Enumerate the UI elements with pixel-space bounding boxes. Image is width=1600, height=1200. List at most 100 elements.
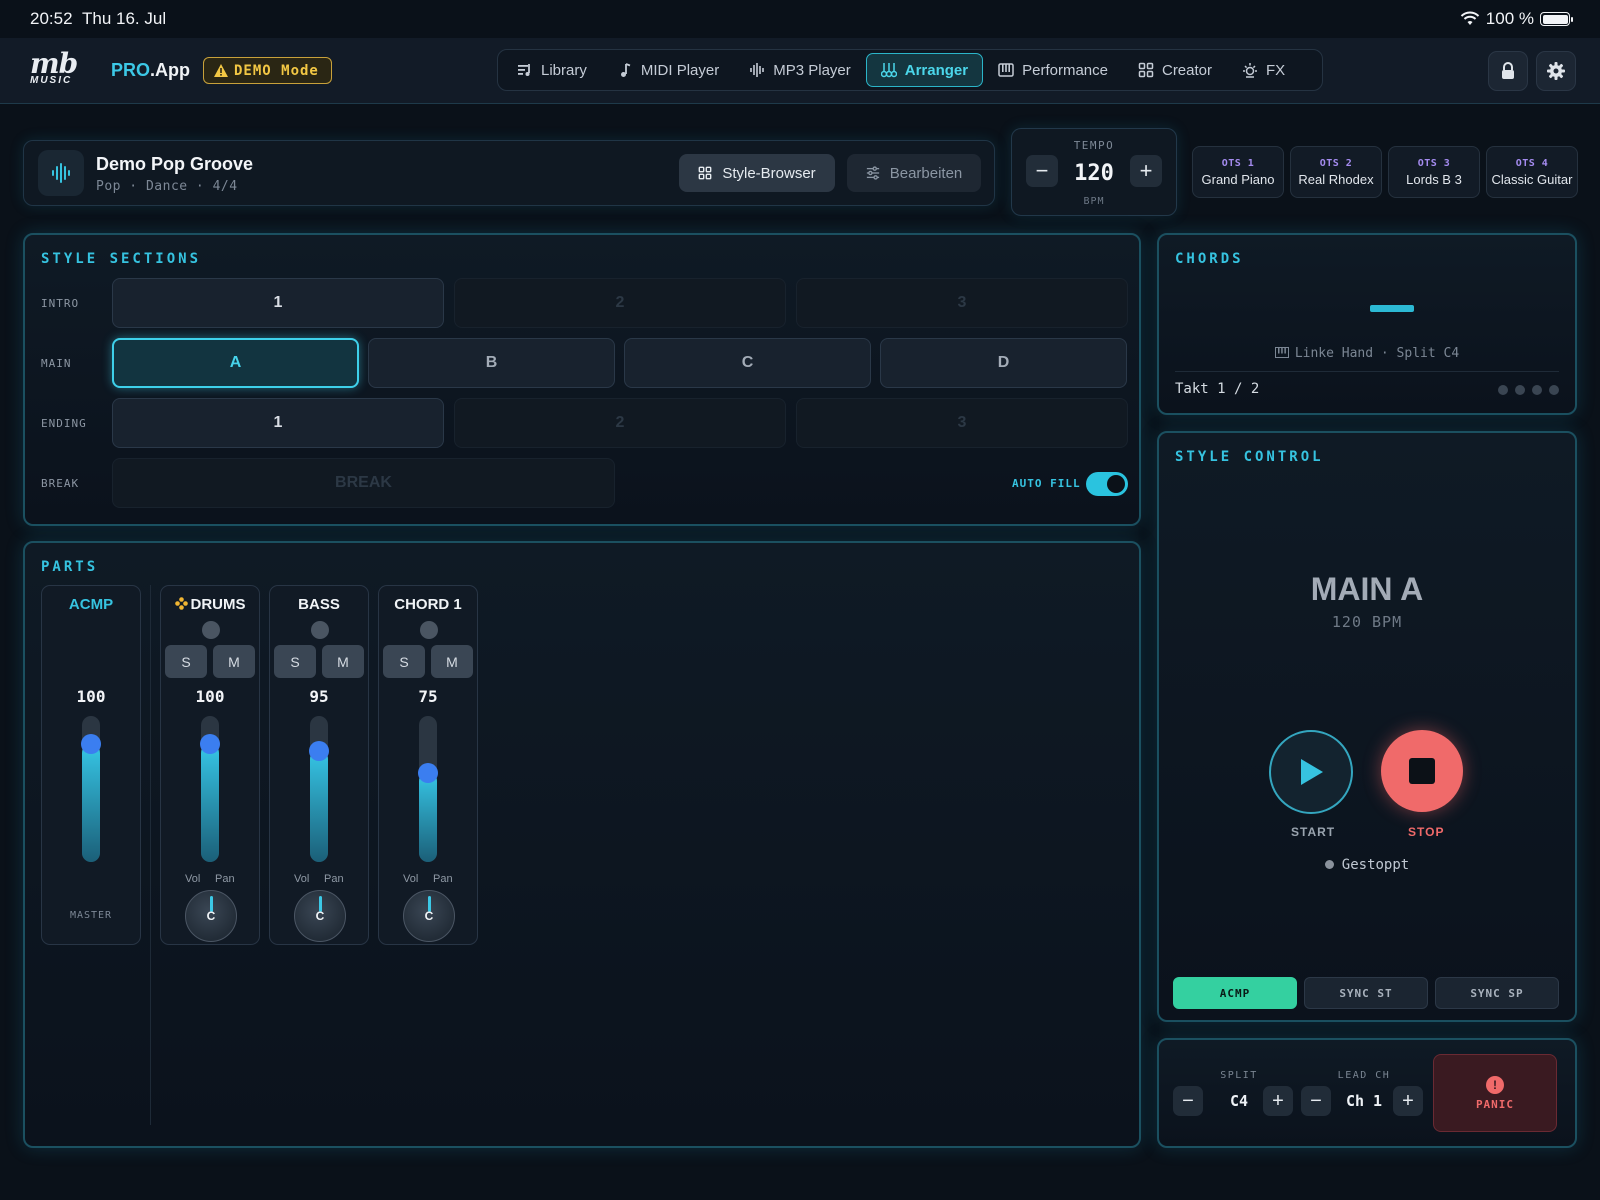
nav-arranger[interactable]: Arranger xyxy=(865,53,984,87)
strip-volume: 75 xyxy=(418,687,438,706)
start-button[interactable] xyxy=(1269,730,1353,814)
acmp-button[interactable]: ACMP xyxy=(1173,977,1297,1009)
split-increase-button[interactable]: + xyxy=(1263,1086,1293,1116)
break-label: BREAK xyxy=(41,477,80,490)
mute-button[interactable]: M xyxy=(213,645,255,678)
app-name: PRO.App xyxy=(111,60,190,81)
mute-button[interactable]: M xyxy=(322,645,364,678)
lock-button[interactable] xyxy=(1488,51,1528,91)
wifi-icon xyxy=(1460,11,1480,25)
ots-tag: OTS 4 xyxy=(1515,158,1549,169)
lead-decrease-button[interactable]: − xyxy=(1301,1086,1331,1116)
volume-fader[interactable] xyxy=(309,716,329,862)
lead-channel-label: LEAD CH xyxy=(1337,1070,1391,1081)
fader-knob[interactable] xyxy=(418,763,438,783)
tempo-card: TEMPO − 120 + BPM xyxy=(1011,128,1177,216)
sliders-icon xyxy=(866,166,879,180)
lead-increase-button[interactable]: + xyxy=(1393,1086,1423,1116)
strip-name: BASS xyxy=(298,596,340,613)
pan-value: C xyxy=(315,909,325,923)
pan-knob[interactable]: C xyxy=(294,890,346,942)
parts-panel: PARTS ACMP 100 MASTER DRUMS S M 100 Vol … xyxy=(23,541,1141,1148)
logo-sub: MUSIC xyxy=(30,75,73,86)
split-decrease-button[interactable]: − xyxy=(1173,1086,1203,1116)
strip-volume: 100 xyxy=(195,687,225,706)
ots-button-1[interactable]: OTS 1 Grand Piano xyxy=(1192,146,1284,198)
main-b-button[interactable]: B xyxy=(368,338,615,388)
split-lead-panel: SPLIT − C4 + LEAD CH − Ch 1 + ! PANIC xyxy=(1157,1038,1577,1148)
ots-button-4[interactable]: OTS 4 Classic Guitar xyxy=(1486,146,1578,198)
master-fader[interactable] xyxy=(81,716,101,862)
style-waveform-icon xyxy=(38,150,84,196)
solo-button[interactable]: S xyxy=(274,645,316,678)
logo: mb MUSIC xyxy=(30,50,100,88)
intro-2-button[interactable]: 2 xyxy=(454,278,786,328)
current-bpm: 120 BPM xyxy=(1331,613,1403,631)
ots-tag: OTS 1 xyxy=(1221,158,1255,169)
nav-mp3-player-label: MP3 Player xyxy=(773,61,851,79)
fader-knob[interactable] xyxy=(81,734,101,754)
ending-3-button[interactable]: 3 xyxy=(796,398,1128,448)
note-icon xyxy=(620,63,631,77)
intro-3-label: 3 xyxy=(957,294,967,311)
intro-1-button[interactable]: 1 xyxy=(112,278,444,328)
nav-fx[interactable]: FX xyxy=(1227,53,1300,87)
strip-name: ACMP xyxy=(68,596,114,613)
stop-icon xyxy=(1409,758,1435,784)
activity-indicator xyxy=(202,621,220,639)
ending-2-button[interactable]: 2 xyxy=(454,398,786,448)
nav-creator[interactable]: Creator xyxy=(1123,53,1227,87)
pan-knob[interactable]: C xyxy=(403,890,455,942)
intro-3-button[interactable]: 3 xyxy=(796,278,1128,328)
stop-button[interactable] xyxy=(1381,730,1463,812)
nav-fx-label: FX xyxy=(1266,61,1286,79)
tempo-unit: BPM xyxy=(1083,196,1105,207)
volume-fader[interactable] xyxy=(418,716,438,862)
panel-title: STYLE SECTIONS xyxy=(41,251,202,267)
ots-button-2[interactable]: OTS 2 Real Rhodex xyxy=(1290,146,1382,198)
current-chord xyxy=(1370,305,1414,312)
chords-divider xyxy=(1175,371,1559,372)
pan-knob[interactable]: C xyxy=(185,890,237,942)
panic-button[interactable]: ! PANIC xyxy=(1433,1054,1557,1132)
nav-library[interactable]: Library xyxy=(502,53,602,87)
auto-fill-toggle[interactable] xyxy=(1086,472,1128,496)
ots-button-3[interactable]: OTS 3 Lords B 3 xyxy=(1388,146,1480,198)
sync-start-button[interactable]: SYNC ST xyxy=(1304,977,1428,1009)
nav-mp3-player[interactable]: MP3 Player xyxy=(734,53,866,87)
style-browser-button[interactable]: Style-Browser xyxy=(679,154,835,192)
solo-button[interactable]: S xyxy=(383,645,425,678)
transport-status-text: Gestoppt xyxy=(1341,857,1410,873)
mute-label: M xyxy=(337,653,349,670)
arranger-icon xyxy=(880,63,897,78)
solo-label: S xyxy=(181,653,191,670)
battery-text: 100 % xyxy=(1485,9,1534,28)
mute-label: M xyxy=(446,653,458,670)
fader-knob[interactable] xyxy=(309,741,329,761)
drums-icon xyxy=(174,597,188,610)
main-c-button[interactable]: C xyxy=(624,338,871,388)
sync-stop-button[interactable]: SYNC SP xyxy=(1435,977,1559,1009)
grid-icon xyxy=(698,166,712,180)
settings-button[interactable] xyxy=(1536,51,1576,91)
main-label: MAIN xyxy=(41,357,72,370)
main-a-button[interactable]: A xyxy=(112,338,359,388)
style-sections-panel: STYLE SECTIONS INTRO 1 2 3 MAIN A B C D … xyxy=(23,233,1141,526)
volume-fader[interactable] xyxy=(200,716,220,862)
strip-volume: 100 xyxy=(76,687,106,706)
mute-button[interactable]: M xyxy=(431,645,473,678)
fader-knob[interactable] xyxy=(200,734,220,754)
break-button[interactable]: BREAK xyxy=(112,458,615,508)
tempo-increase-button[interactable]: + xyxy=(1130,155,1162,187)
nav-performance[interactable]: Performance xyxy=(983,53,1123,87)
edit-button[interactable]: Bearbeiten xyxy=(847,154,981,192)
ending-1-button[interactable]: 1 xyxy=(112,398,444,448)
nav-midi-player[interactable]: MIDI Player xyxy=(602,53,734,87)
solo-button[interactable]: S xyxy=(165,645,207,678)
chord1-strip: CHORD 1 S M 75 Vol Pan C xyxy=(378,585,478,945)
main-d-button[interactable]: D xyxy=(880,338,1127,388)
demo-mode-label: DEMO Mode xyxy=(234,62,319,79)
time-text: 20:52 xyxy=(30,9,73,28)
main-c-label: C xyxy=(741,354,754,371)
demo-mode-badge: DEMO Mode xyxy=(203,57,332,84)
